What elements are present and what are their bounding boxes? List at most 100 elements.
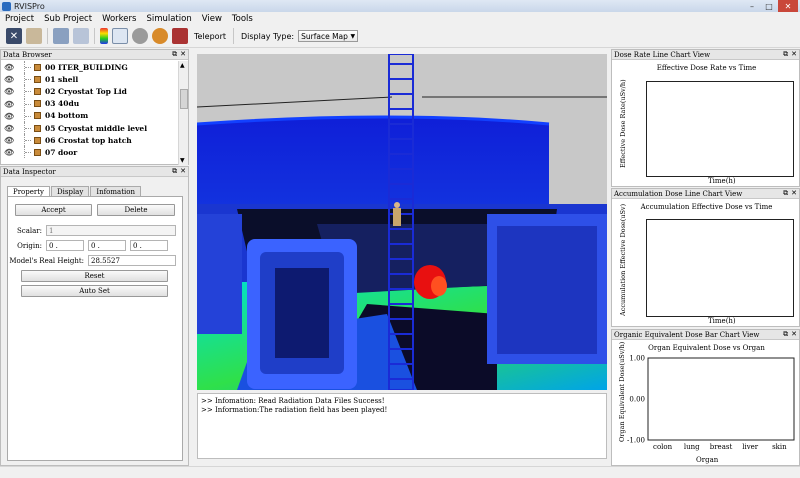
scalar-field[interactable]: 1 xyxy=(46,225,176,236)
tree-item[interactable]: 👁 03 40du xyxy=(1,97,179,110)
organic-panel-title: Organic Equivalent Dose Bar Chart View xyxy=(614,330,760,339)
tab-property[interactable]: Property xyxy=(7,186,51,196)
x-tick-label: skin xyxy=(772,443,787,451)
tree-item-label: 07 door xyxy=(45,147,78,157)
dose-rate-panel-title: Dose Rate Line Chart View xyxy=(614,50,711,59)
log-line: >> Information:The radiation field has b… xyxy=(201,406,388,414)
scalar-label: Scalar: xyxy=(16,227,42,235)
tree-item[interactable]: 👁 07 door xyxy=(1,146,179,159)
reset-button[interactable]: Reset xyxy=(21,270,168,282)
model-icon xyxy=(34,100,41,108)
minimize-button[interactable]: – xyxy=(744,0,760,12)
property-tab-panel: Accept Delete Scalar: 1 Origin: 0 . 0 . … xyxy=(7,196,183,461)
log-line: >> Infomation: Read Radiation Data Files… xyxy=(201,397,385,405)
close-icon[interactable]: ✕ xyxy=(791,189,797,198)
open-project-icon[interactable] xyxy=(26,28,42,44)
dose-rate-x-label: Time(h) xyxy=(708,177,736,185)
close-button[interactable]: ✕ xyxy=(778,0,798,12)
model-icon xyxy=(34,148,41,156)
accept-button[interactable]: Accept xyxy=(15,204,92,216)
close-icon[interactable]: ✕ xyxy=(791,50,797,59)
worker-figure[interactable] xyxy=(393,208,401,226)
menu-view[interactable]: View xyxy=(197,14,227,24)
stop-icon[interactable] xyxy=(132,28,148,44)
dose-rate-title-bar: Dose Rate Line Chart View ⧉ ✕ xyxy=(612,50,799,60)
menu-workers[interactable]: Workers xyxy=(97,14,141,24)
import-data-icon[interactable] xyxy=(73,28,89,44)
scroll-down-icon[interactable]: ▼ xyxy=(180,157,185,164)
origin-z-field[interactable]: 0 . xyxy=(130,240,168,251)
output-log: >> Infomation: Read Radiation Data Files… xyxy=(197,393,607,459)
color-legend-icon[interactable] xyxy=(100,28,108,44)
tree-item-label: 03 40du xyxy=(45,99,80,109)
display-type-select[interactable]: Surface Map ▼ xyxy=(298,30,359,42)
eye-icon[interactable]: 👁 xyxy=(4,147,14,157)
model-icon xyxy=(34,63,41,71)
eye-icon[interactable]: 👁 xyxy=(4,74,14,84)
float-icon[interactable]: ⧉ xyxy=(172,167,177,176)
tree-item[interactable]: 👁 04 bottom xyxy=(1,109,179,122)
eye-icon[interactable]: 👁 xyxy=(4,86,14,96)
eye-icon[interactable]: 👁 xyxy=(4,62,14,72)
maximize-button[interactable]: □ xyxy=(762,0,776,12)
eye-icon[interactable]: 👁 xyxy=(4,111,14,121)
tab-infomation[interactable]: Infomation xyxy=(90,186,141,196)
tab-display[interactable]: Display xyxy=(51,186,90,196)
menu-project[interactable]: Project xyxy=(0,14,39,24)
real-height-field[interactable]: 28.5527 xyxy=(88,255,176,266)
float-icon[interactable]: ⧉ xyxy=(783,50,788,59)
menu-simulation[interactable]: Simulation xyxy=(141,14,196,24)
organic-x-label: Organ xyxy=(696,456,719,464)
scroll-up-icon[interactable]: ▲ xyxy=(180,62,185,69)
tree-item[interactable]: 👁 01 shell xyxy=(1,73,179,86)
accumulation-panel: Accumulation Dose Line Chart View ⧉ ✕ Acc… xyxy=(611,188,800,327)
auto-set-button[interactable]: Auto Set xyxy=(21,285,168,297)
x-tick-label: liver xyxy=(742,443,759,451)
origin-y-field[interactable]: 0 . xyxy=(88,240,126,251)
teleport-button[interactable]: Teleport xyxy=(194,32,226,41)
menu-tools[interactable]: Tools xyxy=(227,14,258,24)
float-icon[interactable]: ⧉ xyxy=(783,189,788,198)
radiation-icon[interactable] xyxy=(152,28,168,44)
tree-item[interactable]: 👁 02 Cryostat Top Lid xyxy=(1,85,179,98)
dose-rate-panel: Dose Rate Line Chart View ⧉ ✕ Effective D… xyxy=(611,49,800,187)
close-icon[interactable]: ✕ xyxy=(180,50,186,59)
model-icon xyxy=(34,112,41,120)
organ-bar-chart[interactable]: 1.00 0.00 -1.00 colon lung breast liver skin xyxy=(612,354,800,466)
accumulation-y-label: Accumulation Effective Dose(uSv) xyxy=(619,203,627,316)
accumulation-chart-title: Accumulation Effective Dose vs Time xyxy=(640,203,773,211)
organic-panel: Organic Equivalent Dose Bar Chart View ⧉… xyxy=(611,329,800,466)
3d-viewport[interactable] xyxy=(197,54,607,390)
record-icon[interactable] xyxy=(172,28,188,44)
tree-scrollbar[interactable]: ▲ ▼ xyxy=(178,61,188,165)
tree-item[interactable]: 👁 00 ITER_BUILDING xyxy=(1,61,179,73)
float-icon[interactable]: ⧉ xyxy=(172,50,177,59)
dose-rate-chart-title: Effective Dose Rate vs Time xyxy=(656,64,757,72)
close-icon[interactable]: ✕ xyxy=(791,330,797,339)
worker-icon[interactable] xyxy=(112,28,128,44)
float-icon[interactable]: ⧉ xyxy=(783,330,788,339)
accumulation-title-bar: Accumulation Dose Line Chart View ⧉ ✕ xyxy=(612,189,799,199)
y-tick-label: -1.00 xyxy=(627,437,645,445)
close-icon[interactable]: ✕ xyxy=(180,167,186,176)
display-type-value: Surface Map xyxy=(301,31,348,41)
origin-x-field[interactable]: 0 . xyxy=(46,240,84,251)
tree-item-label: 01 shell xyxy=(45,74,79,84)
radiation-field-render[interactable] xyxy=(197,54,607,390)
eye-icon[interactable]: 👁 xyxy=(4,99,14,109)
dose-rate-plot-area[interactable] xyxy=(646,81,794,177)
toolbar-separator xyxy=(94,28,95,44)
real-height-label: Model's Real Height: xyxy=(9,257,84,265)
accumulation-plot-area[interactable] xyxy=(646,219,794,317)
eye-icon[interactable]: 👁 xyxy=(4,123,14,133)
accumulation-x-label: Time(h) xyxy=(708,317,736,325)
eye-icon[interactable]: 👁 xyxy=(4,135,14,145)
tree-item[interactable]: 👁 05 Cryostat middle level xyxy=(1,121,179,134)
tree-item[interactable]: 👁 06 Crostat top hatch xyxy=(1,134,179,147)
import-model-icon[interactable] xyxy=(53,28,69,44)
close-project-icon[interactable]: ✕ xyxy=(6,28,22,44)
delete-button[interactable]: Delete xyxy=(97,204,175,216)
menu-sub-project[interactable]: Sub Project xyxy=(39,14,97,24)
organic-title-bar: Organic Equivalent Dose Bar Chart View ⧉… xyxy=(612,330,799,340)
scrollbar-thumb[interactable] xyxy=(180,89,188,109)
